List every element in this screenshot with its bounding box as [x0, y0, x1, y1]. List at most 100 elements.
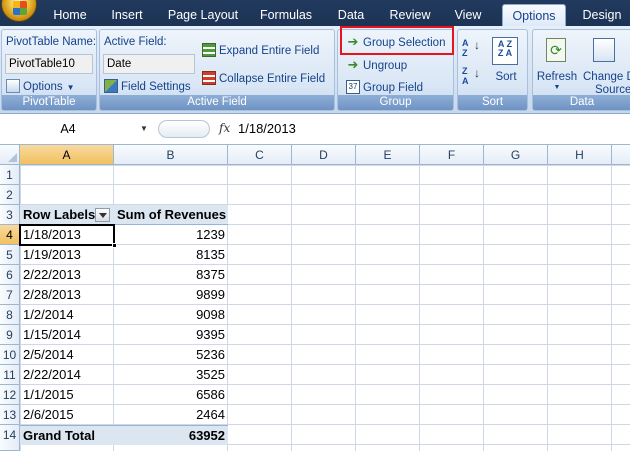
pivot-row-value[interactable]: 5236 [114, 345, 228, 365]
row-header-5[interactable]: 5 [0, 245, 20, 265]
expand-entire-field-button[interactable]: Expand Entire Field [202, 42, 319, 60]
tab-page-layout[interactable]: Page Layout [160, 0, 246, 26]
row-header-9[interactable]: 9 [0, 325, 20, 345]
sort-ascending-icon[interactable]: A Z ↓ [462, 38, 482, 60]
column-header-d[interactable]: D [292, 145, 356, 165]
ribbon: PivotTable Name: PivotTable10 Options ▼ P… [0, 26, 630, 114]
pivottable-name-field[interactable]: PivotTable10 [5, 54, 93, 74]
row-header-1[interactable]: 1 [0, 165, 20, 185]
row-header-10[interactable]: 10 [0, 345, 20, 365]
active-field-group: Active Field: Date Field Settings Expand… [99, 29, 335, 111]
sort-group-title: Sort [458, 95, 527, 110]
grand-total-label[interactable]: Grand Total [20, 425, 114, 445]
pivot-row-value[interactable]: 9899 [114, 285, 228, 305]
active-field-input[interactable]: Date [103, 54, 195, 74]
cell-area[interactable]: Row Labels Sum of Revenues 1/18/2013 123… [19, 165, 630, 451]
options-label: Options [23, 81, 63, 93]
expand-field-label: Expand Entire Field [219, 45, 320, 57]
name-box[interactable]: A4 [3, 119, 151, 139]
group-field-label: Group Field [363, 82, 424, 94]
fx-icon[interactable]: fx [219, 121, 230, 135]
ribbon-tab-bar: Home Insert Page Layout Formulas Data Re… [0, 0, 630, 27]
column-header-f[interactable]: F [420, 145, 484, 165]
tab-home[interactable]: Home [44, 0, 96, 26]
tab-data[interactable]: Data [330, 0, 372, 26]
group-group-title: Group [338, 95, 453, 110]
pivot-row-value[interactable]: 1239 [114, 225, 228, 245]
tab-insert[interactable]: Insert [100, 0, 154, 26]
change-source-label-2: Source [595, 84, 630, 93]
row-header-4[interactable]: 4 [0, 225, 20, 245]
pivot-row-value[interactable]: 3525 [114, 365, 228, 385]
refresh-icon: ⟳ [546, 38, 566, 62]
tab-formulas[interactable]: Formulas [250, 0, 322, 26]
column-header-g[interactable]: G [484, 145, 548, 165]
pivot-row-value[interactable]: 6586 [114, 385, 228, 405]
pivot-row-label[interactable]: 1/15/2014 [20, 325, 114, 345]
pivot-row-label[interactable]: 2/5/2014 [20, 345, 114, 365]
tab-options[interactable]: Options [502, 4, 566, 27]
pivottable-group: PivotTable Name: PivotTable10 Options ▼ P… [1, 29, 97, 111]
pivot-row-value[interactable]: 9098 [114, 305, 228, 325]
refresh-dropdown-icon: ▼ [553, 84, 561, 91]
pivot-row-value[interactable]: 8375 [114, 265, 228, 285]
row-header-14[interactable]: 14 [0, 425, 20, 451]
pivot-row-label[interactable]: 2/6/2015 [20, 405, 114, 425]
formula-bar-splitter[interactable] [158, 120, 210, 138]
row-header-12[interactable]: 12 [0, 385, 20, 405]
ungroup-button[interactable]: ➜ Ungroup [346, 57, 408, 75]
column-header-h[interactable]: H [548, 145, 612, 165]
tab-review[interactable]: Review [380, 0, 440, 26]
pivot-row-labels-header[interactable]: Row Labels [20, 205, 114, 225]
pivot-row-label[interactable]: 1/2/2014 [20, 305, 114, 325]
pivot-row-label[interactable]: 2/22/2014 [20, 365, 114, 385]
pivot-row-label[interactable]: 2/28/2013 [20, 285, 114, 305]
column-header-e[interactable]: E [356, 145, 420, 165]
spreadsheet-grid: A B C D E F G H 1 2 3 4 5 6 7 8 9 10 11 … [0, 145, 630, 451]
field-settings-label: Field Settings [121, 81, 191, 93]
sort-descending-icon[interactable]: Z A ↓ [462, 66, 482, 88]
field-settings-button[interactable]: Field Settings [104, 78, 191, 96]
sort-button[interactable]: A ZZ A Sort [488, 33, 524, 89]
row-header-2[interactable]: 2 [0, 185, 20, 205]
chevron-down-icon: ▼ [66, 83, 75, 92]
change-data-source-button[interactable]: Change D Source [581, 33, 630, 93]
row-header-13[interactable]: 13 [0, 405, 20, 425]
options-icon [6, 78, 20, 93]
row-header-7[interactable]: 7 [0, 285, 20, 305]
sort-icon: A ZZ A [492, 37, 518, 65]
pivot-row-value[interactable]: 9395 [114, 325, 228, 345]
pivot-row-label[interactable]: 1/19/2013 [20, 245, 114, 265]
row-header-6[interactable]: 6 [0, 265, 20, 285]
column-header-c[interactable]: C [228, 145, 292, 165]
row-labels-filter-icon[interactable] [95, 208, 110, 222]
formula-input[interactable]: 1/18/2013 [238, 118, 296, 140]
pivot-row-value[interactable]: 8135 [114, 245, 228, 265]
pivot-value-header[interactable]: Sum of Revenues [114, 205, 228, 225]
sort-label: Sort [495, 71, 517, 83]
name-box-dropdown-icon[interactable]: ▼ [140, 124, 148, 133]
tab-design[interactable]: Design [574, 0, 630, 26]
select-all-icon [8, 153, 17, 162]
column-header-a[interactable]: A [20, 145, 114, 165]
change-source-icon [593, 38, 615, 62]
active-field-label: Active Field: [104, 36, 167, 48]
row-header-8[interactable]: 8 [0, 305, 20, 325]
row-header-11[interactable]: 11 [0, 365, 20, 385]
column-header-i[interactable] [612, 145, 630, 165]
pivot-row-label[interactable]: 1/1/2015 [20, 385, 114, 405]
row-header-3[interactable]: 3 [0, 205, 20, 225]
options-button[interactable]: Options ▼ [6, 78, 75, 96]
expand-field-icon [202, 42, 216, 57]
fill-handle[interactable] [112, 243, 117, 248]
select-all-corner[interactable] [0, 145, 20, 165]
pivot-row-value[interactable]: 2464 [114, 405, 228, 425]
column-header-b[interactable]: B [114, 145, 228, 165]
office-button[interactable] [1, 0, 37, 22]
refresh-button[interactable]: ⟳ Refresh ▼ [535, 33, 579, 93]
pivottable-group-title: PivotTable [2, 95, 96, 110]
collapse-entire-field-button[interactable]: Collapse Entire Field [202, 70, 325, 88]
tab-view[interactable]: View [446, 0, 490, 26]
grand-total-value[interactable]: 63952 [114, 425, 228, 445]
pivot-row-label[interactable]: 2/22/2013 [20, 265, 114, 285]
